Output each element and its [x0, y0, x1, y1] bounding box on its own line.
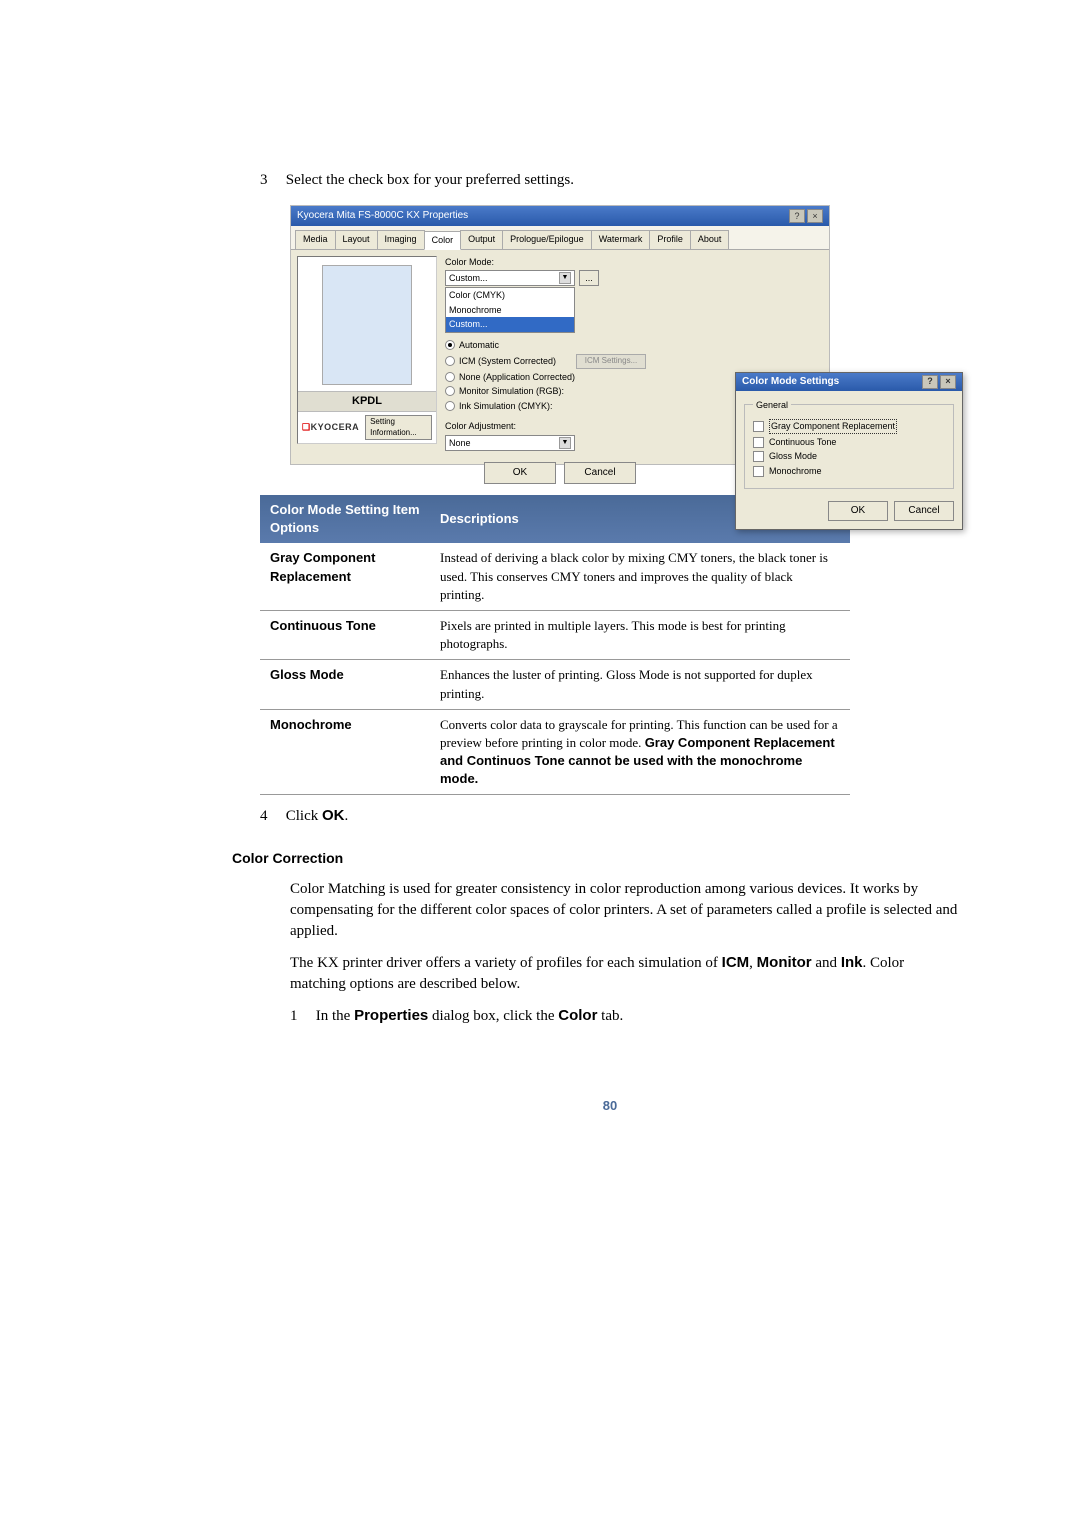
color-correction-p2: The KX printer driver offers a variety o…	[290, 952, 960, 995]
titlebar: Kyocera Mita FS-8000C KX Properties ? ×	[291, 206, 829, 226]
chevron-down-icon: ▼	[559, 272, 571, 284]
inner-cancel-button[interactable]: Cancel	[894, 501, 954, 521]
color-mode-list: Color (CMYK) Monochrome Custom...	[445, 287, 575, 333]
table-row: Monochrome Converts color data to graysc…	[260, 709, 850, 795]
tab-watermark[interactable]: Watermark	[591, 230, 651, 249]
tab-layout[interactable]: Layout	[335, 230, 378, 249]
combo-opt-custom[interactable]: Custom...	[446, 317, 574, 332]
general-fieldset: General Gray Component Replacement Conti…	[744, 399, 954, 489]
page-number: 80	[260, 1097, 960, 1115]
dialog-title: Kyocera Mita FS-8000C KX Properties	[297, 209, 468, 223]
color-correction-p1: Color Matching is used for greater consi…	[290, 879, 960, 942]
desc-gloss: Enhances the luster of printing. Gloss M…	[430, 660, 850, 709]
step-3-text: Select the check box for your preferred …	[286, 172, 574, 188]
tab-strip: Media Layout Imaging Color Output Prolog…	[291, 226, 829, 250]
desc-ct: Pixels are printed in multiple layers. T…	[430, 610, 850, 659]
inner-titlebar-controls: ? ×	[922, 375, 956, 389]
dialog-body: KPDL ❑KYOCERA Setting Information... Col…	[291, 250, 829, 450]
combo-opt-mono[interactable]: Monochrome	[446, 303, 574, 318]
icm-settings-button[interactable]: ICM Settings...	[576, 354, 646, 369]
tab-prologue[interactable]: Prologue/Epilogue	[502, 230, 592, 249]
opt-gloss: Gloss Mode	[260, 660, 430, 709]
radio-icm[interactable]: ICM (System Corrected)ICM Settings...	[445, 354, 823, 369]
general-legend: General	[753, 399, 791, 412]
table-row: Gloss Mode Enhances the luster of printi…	[260, 660, 850, 709]
step-4-ok: OK	[322, 807, 345, 824]
checkbox-icon	[753, 437, 764, 448]
step-1-color-tab: 1 In the Properties dialog box, click th…	[290, 1005, 960, 1027]
inner-dialog-buttons: OK Cancel	[736, 497, 962, 529]
tab-about[interactable]: About	[690, 230, 730, 249]
section-color-correction: Color Correction	[232, 849, 960, 869]
setting-information-button[interactable]: Setting Information...	[365, 415, 432, 439]
step-4-prefix: Click	[286, 808, 322, 824]
preview-doc	[322, 265, 412, 385]
radio-dot-icon	[445, 386, 455, 396]
radio-dot-icon	[445, 401, 455, 411]
screenshot-container: Kyocera Mita FS-8000C KX Properties ? × …	[290, 205, 960, 465]
step-4-num: 4	[260, 806, 282, 827]
preview-pane: KPDL ❑KYOCERA Setting Information...	[297, 256, 437, 444]
step-3-num: 3	[260, 170, 282, 191]
pdl-label: KPDL	[298, 391, 436, 411]
inner-ok-button[interactable]: OK	[828, 501, 888, 521]
chk-gray-component-replacement[interactable]: Gray Component Replacement	[753, 419, 945, 434]
radio-dot-icon	[445, 356, 455, 366]
color-mode-settings-dialog: Color Mode Settings ? × General Gray Com…	[735, 372, 963, 530]
radio-dot-icon	[445, 340, 455, 350]
chk-continuous-tone[interactable]: Continuous Tone	[753, 436, 945, 449]
dialog-buttons: OK Cancel	[484, 462, 636, 484]
radio-dot-icon	[445, 372, 455, 382]
color-mode-value: Custom...	[449, 272, 488, 285]
color-adjustment-combo[interactable]: None ▼	[445, 435, 575, 451]
ok-button[interactable]: OK	[484, 462, 556, 484]
opt-gcr: Gray Component Replacement	[260, 543, 430, 610]
logo-row: ❑KYOCERA Setting Information...	[298, 411, 436, 442]
step-3: 3 Select the check box for your preferre…	[260, 170, 960, 191]
chevron-down-icon: ▼	[559, 437, 571, 449]
step-1b-num: 1	[290, 1006, 312, 1027]
color-mode-ellipsis-button[interactable]: ...	[579, 270, 599, 286]
checkbox-icon	[753, 466, 764, 477]
help-icon[interactable]: ?	[922, 375, 938, 389]
combo-opt-cmyk[interactable]: Color (CMYK)	[446, 288, 574, 303]
titlebar-controls: ? ×	[789, 209, 823, 223]
description-table: Color Mode Setting Item Options Descript…	[260, 495, 850, 795]
opt-mono: Monochrome	[260, 709, 430, 795]
close-icon[interactable]: ×	[807, 209, 823, 223]
properties-dialog: Kyocera Mita FS-8000C KX Properties ? × …	[290, 205, 830, 465]
tab-color[interactable]: Color	[424, 231, 462, 250]
close-icon[interactable]: ×	[940, 375, 956, 389]
color-mode-label: Color Mode:	[445, 256, 823, 269]
color-mode-combo[interactable]: Custom... ▼	[445, 270, 575, 286]
color-adjustment-value: None	[449, 437, 471, 450]
kyocera-logo: ❑KYOCERA	[302, 421, 359, 434]
table-row: Continuous Tone Pixels are printed in mu…	[260, 610, 850, 659]
right-pane: Color Mode: Custom... ▼ Color (CMYK) Mon…	[437, 256, 823, 444]
step-4: 4 Click OK.	[260, 805, 960, 827]
inner-title: Color Mode Settings	[742, 375, 839, 389]
radio-automatic[interactable]: Automatic	[445, 339, 823, 352]
help-icon[interactable]: ?	[789, 209, 805, 223]
tab-profile[interactable]: Profile	[649, 230, 691, 249]
checkbox-icon	[753, 421, 764, 432]
tab-output[interactable]: Output	[460, 230, 503, 249]
th-options: Color Mode Setting Item Options	[260, 495, 430, 543]
cancel-button[interactable]: Cancel	[564, 462, 636, 484]
checkbox-icon	[753, 451, 764, 462]
chk-monochrome[interactable]: Monochrome	[753, 465, 945, 478]
desc-gcr: Instead of deriving a black color by mix…	[430, 543, 850, 610]
tab-media[interactable]: Media	[295, 230, 336, 249]
step-4-suffix: .	[345, 808, 349, 824]
opt-ct: Continuous Tone	[260, 610, 430, 659]
chk-gloss-mode[interactable]: Gloss Mode	[753, 450, 945, 463]
table-row: Gray Component Replacement Instead of de…	[260, 543, 850, 610]
desc-mono: Converts color data to grayscale for pri…	[430, 709, 850, 795]
inner-titlebar: Color Mode Settings ? ×	[736, 373, 962, 391]
tab-imaging[interactable]: Imaging	[377, 230, 425, 249]
